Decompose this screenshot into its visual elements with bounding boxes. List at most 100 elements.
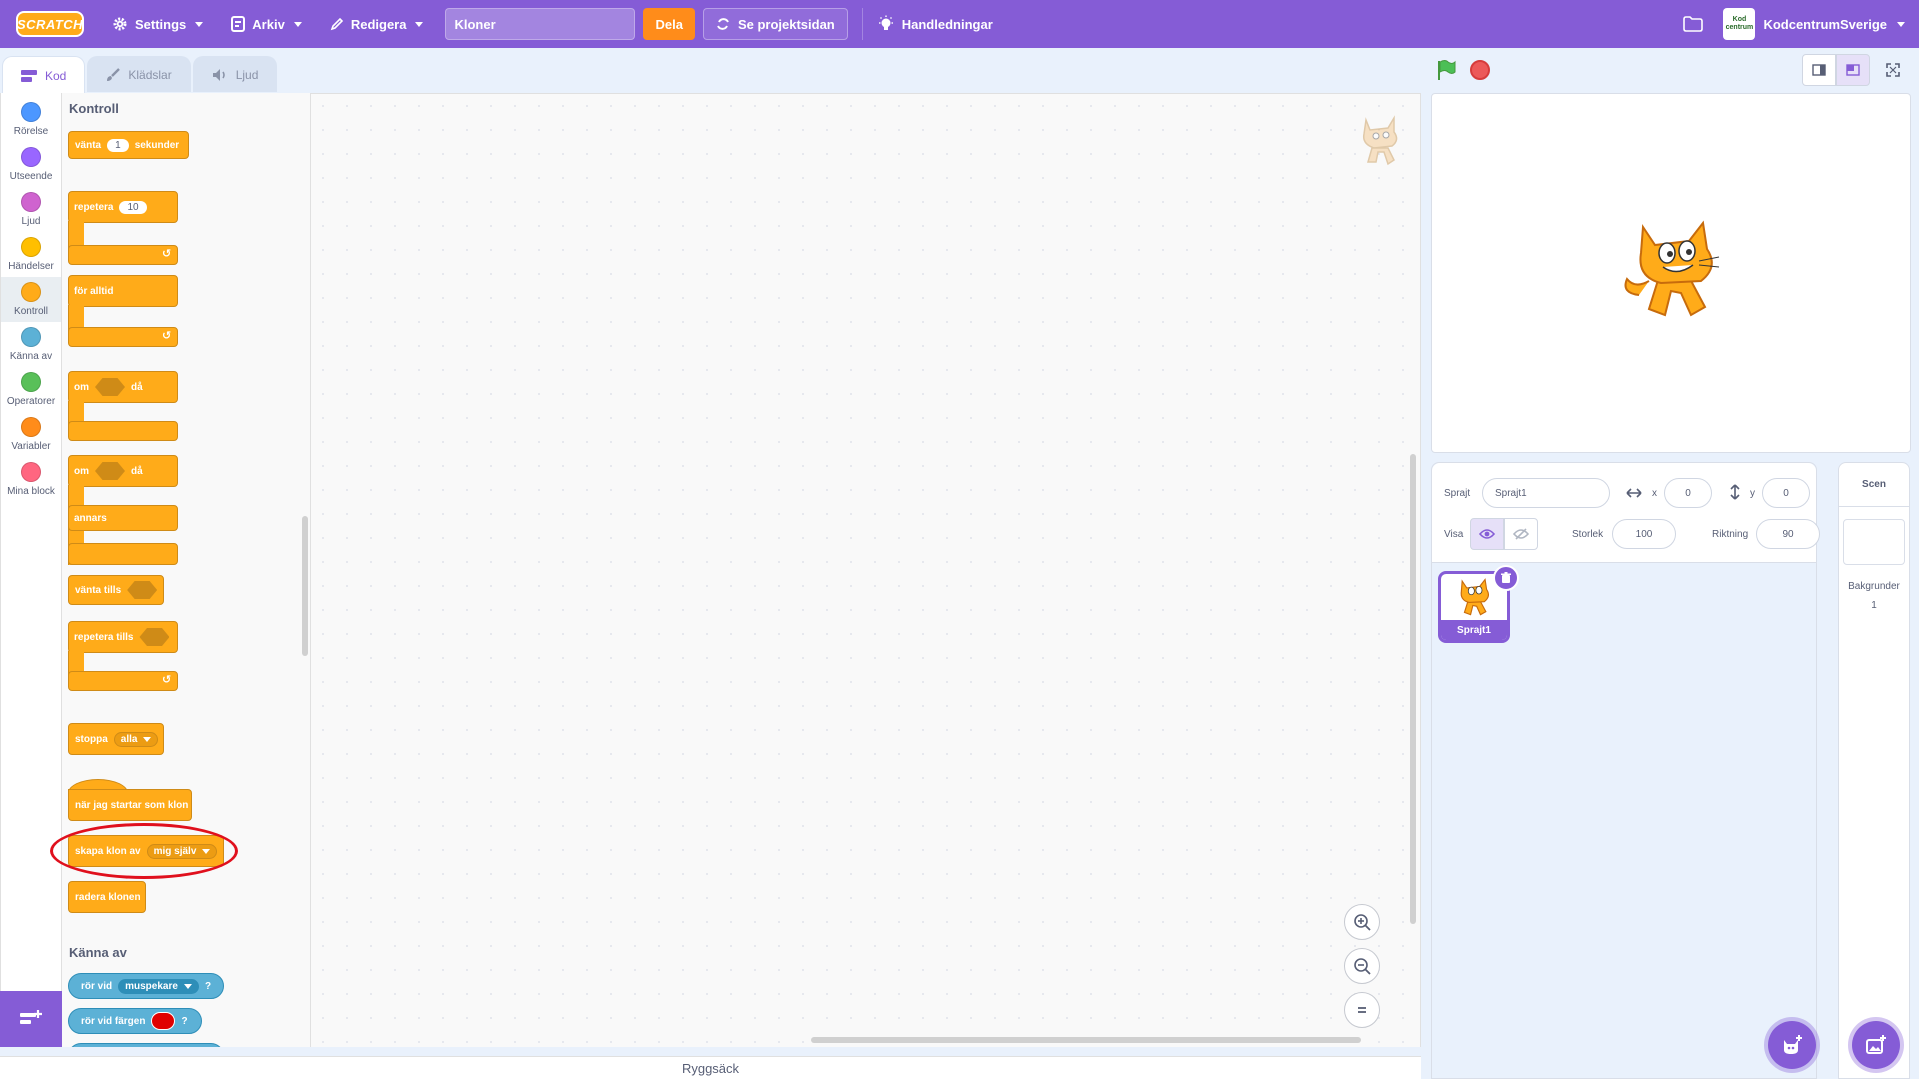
sprite-watermark-icon (1362, 115, 1398, 166)
palette-scrollbar[interactable] (302, 516, 308, 656)
green-flag-icon[interactable] (1434, 58, 1458, 82)
project-title-input[interactable] (445, 8, 636, 40)
picture-add-icon (1866, 1035, 1886, 1054)
category-my-blocks[interactable]: Mina block (1, 457, 61, 502)
category-label: Ljud (21, 216, 41, 227)
block-wait-until[interactable]: vänta tills (68, 575, 164, 605)
fullscreen-button[interactable] (1876, 54, 1910, 86)
tab-sounds[interactable]: Ljud (192, 56, 278, 92)
folder-icon[interactable] (1683, 16, 1704, 32)
direction-input[interactable]: 90 (1756, 519, 1820, 549)
condition-slot[interactable] (139, 628, 170, 646)
category-events[interactable]: Händelser (1, 232, 61, 277)
pencil-icon (330, 17, 343, 31)
add-sprite-button[interactable] (1768, 1021, 1816, 1069)
category-sound[interactable]: Ljud (1, 187, 61, 232)
script-horizontal-scrollbar[interactable] (811, 1037, 1361, 1043)
script-vertical-scrollbar[interactable] (1410, 454, 1416, 924)
block-text: om (74, 465, 89, 477)
share-button[interactable]: Dela (643, 8, 695, 40)
condition-slot[interactable] (95, 378, 125, 396)
cat-sprite[interactable] (1619, 219, 1729, 329)
category-looks[interactable]: Utseende (1, 142, 61, 187)
see-project-page-button[interactable]: Se projektsidan (702, 8, 848, 40)
zoom-in-button[interactable] (1344, 904, 1380, 940)
large-stage-icon (1846, 64, 1860, 76)
tab-sounds-label: Ljud (235, 67, 259, 82)
tutorials-button[interactable]: Handledningar (877, 0, 1007, 48)
add-extension-button[interactable] (0, 991, 62, 1047)
category-label: Variabler (11, 441, 51, 452)
stop-button[interactable] (1470, 60, 1490, 80)
category-label: Känna av (9, 351, 53, 362)
category-dot (21, 237, 41, 257)
zoom-reset-button[interactable] (1344, 992, 1380, 1028)
stage-size-modes (1802, 54, 1910, 86)
chevron-down-icon (183, 983, 192, 989)
x-input[interactable]: 0 (1664, 478, 1712, 508)
scratch-logo[interactable]: SCRATCH (16, 11, 84, 37)
account-menu[interactable]: Kod centrum KodcentrumSverige (1723, 8, 1905, 40)
stage-target-pane[interactable]: Scen Bakgrunder 1 (1838, 462, 1910, 1079)
block-touching[interactable]: rör vid muspekare ? (68, 973, 224, 999)
add-backdrop-button[interactable] (1852, 1021, 1900, 1069)
block-touching-color[interactable]: rör vid färgen ? (68, 1008, 202, 1034)
size-input[interactable]: 100 (1612, 519, 1676, 549)
block-delete-clone[interactable]: radera klonen (68, 881, 146, 913)
sprite-name-input[interactable]: Sprajt1 (1482, 478, 1610, 508)
tab-code-label: Kod (45, 68, 67, 83)
block-sensing-partial[interactable] (68, 1043, 224, 1047)
backdrop-thumbnail[interactable] (1843, 519, 1905, 565)
large-stage-button[interactable] (1836, 54, 1870, 86)
category-variables[interactable]: Variabler (1, 412, 61, 457)
y-input[interactable]: 0 (1762, 478, 1810, 508)
backpack-bar[interactable]: Ryggsäck (0, 1056, 1421, 1079)
see-project-label: Se projektsidan (737, 16, 835, 32)
settings-menu[interactable]: Settings (98, 0, 217, 48)
condition-slot[interactable] (95, 462, 125, 480)
category-dot (21, 327, 41, 347)
tab-costumes[interactable]: Klädslar (87, 56, 191, 92)
gear-icon (113, 17, 127, 31)
block-text: rör vid färgen (81, 1015, 146, 1027)
file-menu[interactable]: Arkiv (217, 0, 316, 48)
category-label: Utseende (9, 171, 53, 182)
condition-slot[interactable] (127, 581, 158, 599)
block-text: vänta tills (75, 584, 122, 596)
x-label: x (1652, 488, 1657, 499)
touching-dropdown[interactable]: muspekare (118, 978, 199, 994)
category-dot (21, 282, 41, 302)
block-text: för alltid (74, 285, 114, 297)
chevron-down-icon (415, 21, 424, 27)
hide-sprite-button[interactable] (1504, 518, 1538, 550)
category-operators[interactable]: Operatorer (1, 367, 61, 412)
stop-dropdown[interactable]: alla (113, 731, 159, 747)
block-stop[interactable]: stoppa alla (68, 723, 164, 755)
category-control[interactable]: Kontroll (1, 277, 61, 322)
avatar: Kod centrum (1723, 8, 1756, 40)
block-text: ? (204, 980, 212, 992)
category-dot (21, 462, 41, 482)
category-motion[interactable]: Rörelse (1, 97, 61, 142)
edit-menu[interactable]: Redigera (316, 0, 438, 48)
direction-label: Riktning (1712, 529, 1749, 540)
menu-bar: SCRATCH Settings Arkiv Redigera Dela Se … (0, 0, 1919, 48)
repeat-input[interactable]: 10 (119, 200, 147, 214)
loop-arrow-icon: ↺ (162, 330, 172, 342)
tab-code[interactable]: Kod (2, 56, 86, 94)
script-area[interactable] (311, 93, 1421, 1047)
block-if-else-bottom (68, 543, 178, 565)
color-picker-slot[interactable] (151, 1012, 176, 1030)
zoom-out-button[interactable] (1344, 948, 1380, 984)
show-sprite-button[interactable] (1470, 518, 1504, 550)
block-when-clone[interactable]: när jag startar som klon (68, 789, 192, 821)
y-label: y (1750, 488, 1755, 499)
small-stage-button[interactable] (1802, 54, 1836, 86)
category-dot (21, 102, 41, 122)
backdrops-label: Bakgrunder (1848, 581, 1900, 592)
category-sensing[interactable]: Känna av (1, 322, 61, 367)
delete-sprite-button[interactable] (1493, 565, 1519, 591)
wait-input[interactable]: 1 (107, 138, 129, 152)
stage-canvas[interactable] (1431, 93, 1911, 453)
block-wait[interactable]: vänta 1 sekunder (68, 131, 189, 159)
